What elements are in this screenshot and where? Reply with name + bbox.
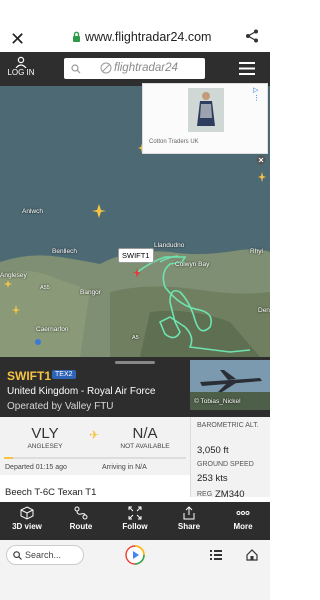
share-button[interactable]: Share <box>162 502 216 540</box>
map-label-rhyl: Rhyl <box>250 248 264 255</box>
action-bar: 3D view Route Follow Share More <box>0 502 270 540</box>
more-icon <box>236 511 250 515</box>
aircraft-type: Beech T-6C Texan T1 <box>5 487 97 498</box>
user-icon <box>15 56 27 68</box>
destination[interactable]: N/A NOT AVAILABLE <box>105 425 185 450</box>
ad-choices-icon[interactable]: ▷ ⋮ <box>253 86 267 102</box>
origin-code: VLY <box>31 425 59 442</box>
ad-image <box>188 88 224 132</box>
ad-caption: Cotton Traders UK <box>149 139 199 145</box>
flight-stats: BAROMETRIC ALT. 3,050 ft GROUND SPEED 25… <box>190 417 270 500</box>
arriving-time: Arriving in N/A <box>102 464 147 471</box>
share-label: Share <box>177 522 201 531</box>
operator-name: Operated by Valley FTU <box>7 401 114 412</box>
route-section: VLY ANGLESEY ✈ N/A NOT AVAILABLE Departe… <box>0 417 190 475</box>
speed-label: GROUND SPEED <box>197 461 254 468</box>
app-header: LOG IN flightradar24 <box>0 52 270 86</box>
route-icon <box>74 506 88 520</box>
home-icon[interactable] <box>246 549 258 561</box>
follow-button[interactable]: Follow <box>108 502 162 540</box>
close-tab-icon[interactable]: ✕ <box>10 29 25 50</box>
share-upload-icon <box>183 506 195 520</box>
aircraft-photo[interactable]: © Tobias_Nickel <box>190 360 270 410</box>
callsign: SWIFT1 <box>7 369 51 383</box>
login-label: LOG IN <box>7 68 35 77</box>
destination-code: N/A <box>132 425 158 442</box>
follow-icon <box>128 506 142 520</box>
map-label-benllech: Benllech <box>52 248 77 255</box>
map-label-llandudno: Llandudno <box>154 242 185 249</box>
search-icon <box>71 64 81 74</box>
browser-toolbar: Search... <box>0 540 270 570</box>
registration-value: ZM340 <box>215 489 245 500</box>
speed-value: 253 kts <box>197 473 228 484</box>
map-label-anglesey: Anglesey <box>0 272 27 279</box>
flight-search-input[interactable]: flightradar24 <box>64 58 205 79</box>
map-label-a5: A5 <box>132 335 139 341</box>
origin-name: ANGLESEY <box>27 443 63 450</box>
advertisement[interactable]: ▷ ⋮ Cotton Traders UK <box>142 83 268 154</box>
3d-view-label: 3D view <box>12 522 42 531</box>
follow-label: Follow <box>122 522 148 531</box>
lock-icon <box>73 31 80 42</box>
assistant-icon[interactable] <box>125 545 145 565</box>
map-label-den: Den <box>258 307 270 314</box>
route-button[interactable]: Route <box>54 502 108 540</box>
drag-handle[interactable] <box>115 361 155 364</box>
destination-name: NOT AVAILABLE <box>120 443 170 450</box>
aircraft-code-badge: TEX2 <box>52 370 76 379</box>
share-icon[interactable] <box>245 29 259 43</box>
registration-label: REG <box>197 491 213 498</box>
flight-progress-bar <box>4 457 186 459</box>
photo-credit: © Tobias_Nickel <box>194 398 241 405</box>
altitude-label: BAROMETRIC ALT. <box>197 422 259 429</box>
more-button[interactable]: More <box>216 502 270 540</box>
map-label-colwyn-bay: Colwyn Bay <box>175 261 210 268</box>
flight-callout-label[interactable]: SWIFT1 <box>118 248 154 263</box>
url-text[interactable]: www.flightradar24.com <box>85 30 211 44</box>
map-label-anlwch: Anlwch <box>22 208 43 215</box>
flight-header: SWIFT1 TEX2 United Kingdom - Royal Air F… <box>0 357 270 417</box>
search-icon <box>13 551 22 560</box>
3d-view-button[interactable]: 3D view <box>0 502 54 540</box>
menu-icon[interactable] <box>239 62 255 75</box>
more-label: More <box>233 522 253 531</box>
altitude-value: 3,050 ft <box>197 445 229 456</box>
ad-close-icon[interactable] <box>256 155 266 165</box>
map-label-bangor: Bangor <box>80 289 101 296</box>
flight-info-panel[interactable]: SWIFT1 TEX2 United Kingdom - Royal Air F… <box>0 357 270 500</box>
airline-name: United Kingdom - Royal Air Force <box>7 386 156 397</box>
map-label-caernarfon: Caernarfon <box>36 326 69 333</box>
route-label: Route <box>69 522 93 531</box>
browser-search-placeholder: Search... <box>25 550 62 560</box>
departed-time: Departed 01:15 ago <box>5 464 67 471</box>
tabs-list-icon[interactable] <box>210 550 222 560</box>
browser-bottom-area <box>0 570 270 600</box>
map-label-a55: A55 <box>40 285 50 291</box>
login-button[interactable]: LOG IN <box>6 56 36 77</box>
route-plane-icon: ✈ <box>89 428 100 442</box>
origin[interactable]: VLY ANGLESEY <box>10 425 80 450</box>
browser-url-bar: ✕ www.flightradar24.com <box>0 0 270 52</box>
browser-search-input[interactable]: Search... <box>6 545 84 565</box>
radar-logo-icon <box>100 62 112 74</box>
flight-progress-fill <box>4 457 14 459</box>
brand-logo-text: flightradar24 <box>114 62 178 74</box>
cube-icon <box>20 506 34 520</box>
